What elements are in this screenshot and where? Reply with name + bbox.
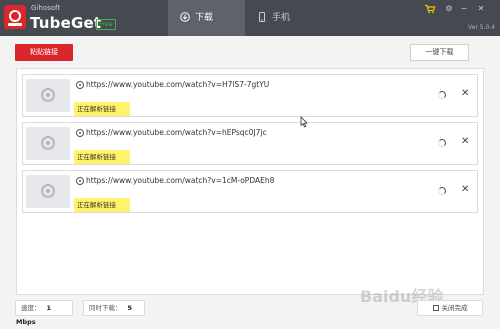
loading-spinner-icon — [438, 91, 446, 99]
list-item[interactable]: https://www.youtube.com/watch?v=H7lS7-7g… — [22, 74, 478, 117]
video-url: https://www.youtube.com/watch?v=1cM-oPDA… — [86, 176, 275, 185]
remove-item-button[interactable]: ✕ — [461, 87, 469, 101]
title-bar: Gihosoft TubeGet Free 下载 手机 ⚙ − ✕ Ver 5.… — [0, 0, 500, 36]
video-url: https://www.youtube.com/watch?v=H7lS7-7g… — [86, 80, 270, 89]
one-click-download-button[interactable]: 一键下载 — [410, 44, 469, 61]
paste-link-button[interactable]: 粘贴链接 — [15, 44, 73, 61]
download-list: https://www.youtube.com/watch?v=H7lS7-7g… — [16, 68, 484, 295]
list-item[interactable]: https://www.youtube.com/watch?v=hEPsqc0J… — [22, 122, 478, 165]
tab-phone[interactable]: 手机 — [245, 0, 320, 36]
speed-display[interactable]: 速度： 1 Mbps — [15, 300, 73, 326]
phone-icon — [259, 12, 265, 22]
tab-phone-label: 手机 — [272, 13, 291, 23]
concurrent-value: 5 — [127, 304, 133, 312]
close-when-done-button[interactable]: 关闭完成 — [417, 300, 483, 316]
status-badge: 正在解析链接 — [74, 198, 130, 212]
download-icon — [180, 12, 190, 22]
minimize-icon[interactable]: − — [458, 4, 470, 14]
loading-spinner-icon — [438, 187, 446, 195]
remove-item-button[interactable]: ✕ — [461, 183, 469, 197]
checkbox-icon — [432, 305, 439, 311]
mouse-cursor-icon — [300, 116, 308, 128]
youtube-icon — [76, 129, 84, 137]
youtube-icon — [76, 81, 84, 89]
video-url: https://www.youtube.com/watch?v=hEPsqc0J… — [86, 128, 267, 137]
video-thumbnail — [26, 175, 70, 208]
concurrent-downloads-display[interactable]: 同时下载： 5 — [83, 300, 145, 316]
company-name: Gihosoft — [31, 4, 61, 12]
youtube-icon — [76, 177, 84, 185]
tab-download[interactable]: 下载 — [168, 0, 245, 36]
close-when-done-label: 关闭完成 — [441, 304, 468, 312]
edition-badge: Free — [96, 19, 116, 30]
app-name: TubeGet — [30, 14, 102, 32]
tab-download-label: 下载 — [195, 13, 214, 23]
version-label: Ver 5.0.4 — [468, 24, 495, 31]
tubeget-logo-icon — [4, 5, 26, 29]
speed-label: 速度： — [21, 304, 41, 312]
concurrent-label: 同时下载： — [89, 304, 122, 312]
close-window-icon[interactable]: ✕ — [475, 4, 487, 14]
cart-icon[interactable] — [424, 4, 436, 14]
video-thumbnail — [26, 127, 70, 160]
status-badge: 正在解析链接 — [74, 102, 130, 116]
gear-icon[interactable]: ⚙ — [443, 4, 455, 14]
video-thumbnail — [26, 79, 70, 112]
remove-item-button[interactable]: ✕ — [461, 135, 469, 149]
loading-spinner-icon — [438, 139, 446, 147]
status-badge: 正在解析链接 — [74, 150, 130, 164]
list-item[interactable]: https://www.youtube.com/watch?v=1cM-oPDA… — [22, 170, 478, 213]
